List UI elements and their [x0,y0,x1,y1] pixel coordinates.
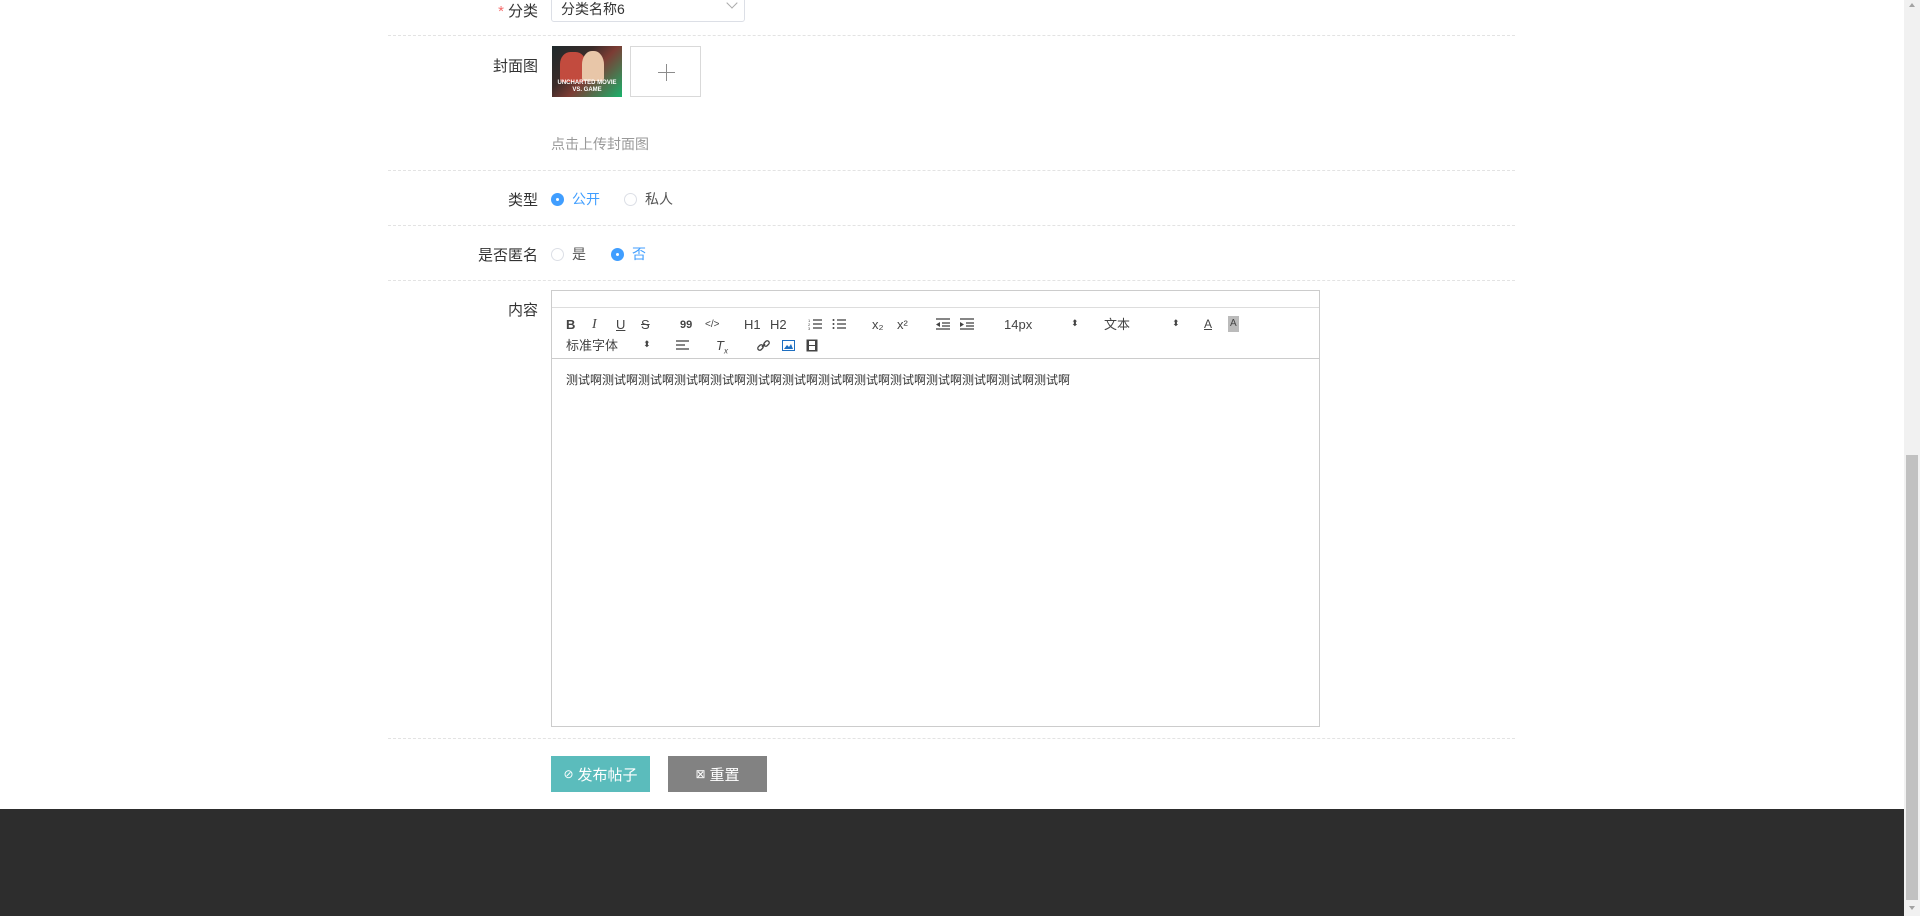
editor-topbar [552,291,1319,308]
italic-button[interactable]: I [592,317,597,333]
radio-icon [551,192,564,206]
svg-text:3: 3 [808,326,811,330]
category-select[interactable]: 分类名称6 [551,0,745,22]
image-icon[interactable] [782,340,795,351]
radio-icon [611,247,624,261]
cover-label: 封面图 [492,58,538,75]
category-value: 分类名称6 [561,1,625,17]
clear-format-icon[interactable]: Tx [716,338,728,360]
indent-icon[interactable] [960,318,974,330]
radio-no[interactable]: 否 [611,244,646,264]
background-color-icon[interactable]: A [1228,316,1239,332]
thumb-caption: UNCHARTED MOVIE VS. GAME [557,80,617,93]
subscript-button[interactable]: x₂ [872,317,884,333]
editor-toolbar: B I U S 99 </> H1 H2 123 x₂ x² 14px ⬍ 文本… [552,308,1319,359]
text-color-icon[interactable]: A [1204,316,1212,332]
scrollbar[interactable] [1904,0,1920,916]
outdent-icon[interactable] [936,318,950,330]
footer [0,809,1904,916]
bold-button[interactable]: B [566,317,575,333]
underline-button[interactable]: U [616,317,625,333]
link-icon[interactable] [757,339,770,352]
updown-icon: ⬍ [1071,318,1079,328]
required-mark: * [498,3,504,20]
updown-icon: ⬍ [1172,318,1180,328]
align-left-icon[interactable] [676,340,689,351]
radio-icon [551,247,564,261]
radio-yes[interactable]: 是 [551,244,586,264]
editor-content[interactable]: 测试啊测试啊测试啊测试啊测试啊测试啊测试啊测试啊测试啊测试啊测试啊测试啊测试啊测… [552,359,1319,400]
category-label: * 分类 [498,3,538,20]
scroll-up-icon[interactable] [1909,3,1915,7]
plus-icon [666,64,667,81]
ordered-list-icon[interactable]: 123 [808,318,822,330]
superscript-button[interactable]: x² [897,317,908,333]
header-select[interactable]: 文本 [1104,317,1130,333]
radio-icon [624,192,637,206]
rich-text-editor[interactable]: B I U S 99 </> H1 H2 123 x₂ x² 14px ⬍ 文本… [551,290,1320,727]
h1-button[interactable]: H1 [744,317,761,333]
h2-button[interactable]: H2 [770,317,787,333]
video-icon[interactable] [806,339,818,352]
upload-button[interactable] [630,46,701,97]
scrollbar-thumb[interactable] [1906,455,1918,900]
cover-thumbnail[interactable]: UNCHARTED MOVIE VS. GAME [552,46,622,97]
cover-hint: 点击上传封面图 [551,136,649,152]
radio-public[interactable]: 公开 [551,189,600,209]
font-select[interactable]: 标准字体 [566,338,618,354]
publish-button[interactable]: ⊘ 发布帖子 [551,756,650,792]
anonymous-label: 是否匿名 [477,247,538,264]
close-box-icon: ⊠ [695,767,706,781]
page: * 分类 分类名称6 封面图 UNCHARTED MOVIE VS. GAME 点… [0,0,1904,809]
size-select[interactable]: 14px [1004,317,1032,333]
content-label: 内容 [507,302,538,319]
check-circle-icon: ⊘ [563,767,574,781]
chevron-down-icon [726,0,738,9]
quote-button[interactable]: 99 [680,317,692,333]
updown-icon: ⬍ [643,339,651,349]
scroll-down-icon[interactable] [1909,906,1915,910]
type-label: 类型 [507,192,538,209]
bullet-list-icon[interactable] [832,318,846,330]
strike-button[interactable]: S [641,317,650,333]
reset-button[interactable]: ⊠ 重置 [668,756,767,792]
radio-private[interactable]: 私人 [624,189,673,209]
code-button[interactable]: </> [705,317,719,333]
thumb-figure [582,51,604,81]
